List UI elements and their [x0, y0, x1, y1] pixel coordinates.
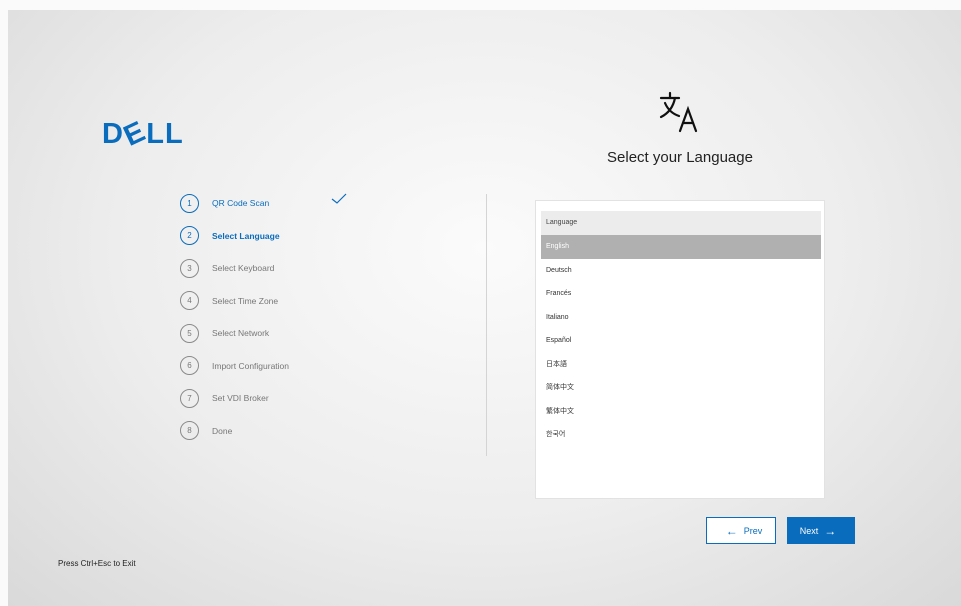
next-button-label: Next [799, 525, 819, 536]
prev-button-label: Prev [743, 525, 763, 536]
step-select-network[interactable]: 5 Select Network [180, 322, 380, 344]
language-option-espanol[interactable]: Español [541, 329, 821, 353]
dell-logo: DELL [102, 115, 184, 153]
language-option-korean[interactable]: 한국어 [541, 423, 821, 447]
step-select-keyboard[interactable]: 3 Select Keyboard [180, 257, 380, 279]
step-label: Select Time Zone [212, 295, 279, 306]
next-button[interactable]: Next → [787, 517, 855, 544]
step-label: Select Keyboard [212, 263, 275, 273]
step-label: Set VDI Broker [212, 393, 269, 403]
step-number: 8 [180, 421, 199, 440]
step-number: 1 [180, 193, 199, 213]
checkmark-icon [331, 193, 347, 204]
setup-screen: DELL Select your Language 1 QR Code Scan… [8, 10, 961, 606]
language-option-traditional-chinese[interactable]: 繁体中文 [541, 400, 821, 424]
language-option-english[interactable]: English [541, 235, 821, 259]
step-number: 3 [180, 258, 199, 278]
language-list: English Deutsch Francés Italiano Español… [541, 235, 821, 447]
language-option-frances[interactable]: Francés [541, 282, 821, 306]
divider [486, 194, 487, 456]
step-number: 4 [180, 291, 199, 310]
page-title: Select your Language [607, 149, 753, 166]
step-import-configuration[interactable]: 6 Import Configuration [180, 355, 380, 377]
step-label: QR Code Scan [212, 198, 270, 208]
step-label: Select Network [212, 328, 270, 338]
logo-letters-ll: LL [146, 118, 184, 150]
language-option-simplified-chinese[interactable]: 简体中文 [541, 376, 821, 400]
step-set-vdi-broker[interactable]: 7 Set VDI Broker [180, 387, 380, 409]
language-option-japanese[interactable]: 日本語 [541, 353, 821, 377]
step-number: 6 [180, 356, 199, 375]
arrow-right-icon: → [824, 523, 837, 538]
language-list-header: Language [541, 211, 821, 235]
step-select-time-zone[interactable]: 4 Select Time Zone [180, 290, 380, 312]
step-label: Import Configuration [212, 360, 290, 371]
exit-hint: Press Ctrl+Esc to Exit [58, 559, 136, 568]
translate-icon [659, 91, 698, 133]
prev-button[interactable]: ← Prev [706, 517, 776, 544]
language-list-panel: Language English Deutsch Francés Italian… [535, 200, 825, 499]
step-done[interactable]: 8 Done [180, 420, 380, 442]
step-number: 5 [180, 323, 199, 343]
arrow-left-icon: ← [725, 523, 738, 538]
step-number: 2 [180, 226, 199, 245]
step-qr-code-scan[interactable]: 1 QR Code Scan [180, 192, 380, 214]
language-option-italiano[interactable]: Italiano [541, 306, 821, 330]
step-label: Done [212, 425, 233, 436]
step-number: 7 [180, 388, 199, 408]
language-option-deutsch[interactable]: Deutsch [541, 259, 821, 283]
step-select-language[interactable]: 2 Select Language [180, 225, 380, 247]
step-label: Select Language [212, 230, 280, 241]
